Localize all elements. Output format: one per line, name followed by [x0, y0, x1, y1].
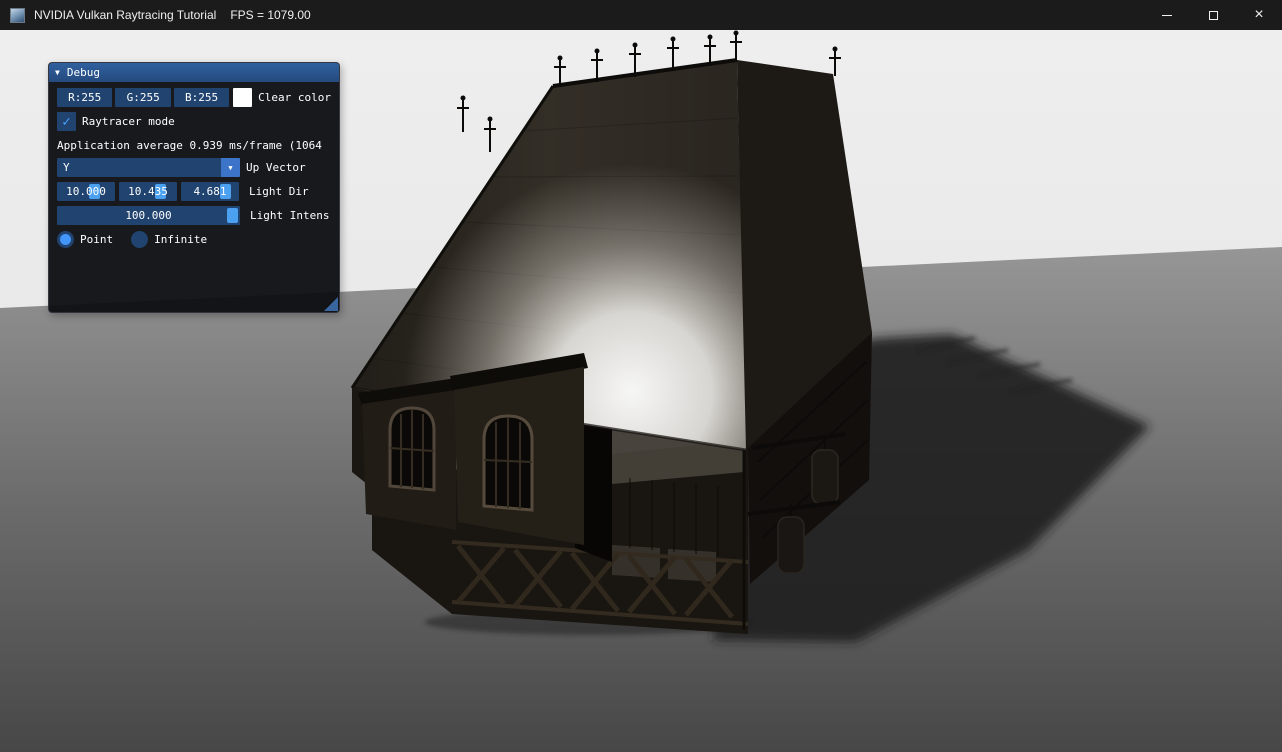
debug-panel-body: R:255 G:255 B:255 Clear color ✓ Raytrace…: [49, 82, 339, 254]
debug-panel[interactable]: ▼ Debug R:255 G:255 B:255 Clear color ✓ …: [48, 62, 340, 313]
light-intensity-slider[interactable]: 100.000: [57, 206, 240, 225]
debug-panel-title: Debug: [67, 66, 100, 79]
chevron-down-icon: ▼: [228, 164, 232, 172]
light-type-infinite-radio[interactable]: [131, 231, 148, 248]
light-intensity-label: Light Intens: [250, 209, 329, 222]
checkmark-icon: ✓: [62, 114, 70, 130]
window-title: NVIDIA Vulkan Raytracing Tutorial: [34, 8, 216, 22]
clear-color-swatch[interactable]: [233, 88, 252, 107]
clear-color-r-button[interactable]: R:255: [57, 88, 112, 107]
light-dir-z-value: 4.681: [193, 185, 226, 198]
light-type-point-radio[interactable]: [57, 231, 74, 248]
resize-grip[interactable]: [324, 297, 338, 311]
dormer-center: [450, 353, 588, 545]
close-icon: ×: [1254, 7, 1263, 23]
window-titlebar[interactable]: NVIDIA Vulkan Raytracing Tutorial FPS = …: [0, 0, 1282, 30]
close-button[interactable]: ×: [1236, 0, 1282, 30]
light-dir-x-value: 10.000: [66, 185, 106, 198]
debug-panel-titlebar[interactable]: ▼ Debug: [49, 63, 339, 82]
dormer-left: [358, 378, 460, 530]
light-dir-y-slider[interactable]: 10.435: [119, 182, 177, 201]
slider-grab[interactable]: [227, 208, 238, 223]
collapse-arrow-icon[interactable]: ▼: [55, 68, 60, 77]
minimize-button[interactable]: [1144, 0, 1190, 30]
app-icon: [10, 8, 25, 23]
fps-counter: FPS = 1079.00: [230, 8, 310, 22]
stats-text: Application average 0.939 ms/frame (1064: [57, 136, 331, 155]
up-vector-value: Y: [63, 161, 70, 174]
minimize-icon: [1162, 15, 1172, 16]
combo-arrow-button[interactable]: ▼: [221, 158, 240, 177]
maximize-icon: [1209, 11, 1218, 20]
light-dir-x-slider[interactable]: 10.000: [57, 182, 115, 201]
raytracer-mode-checkbox[interactable]: ✓: [57, 112, 76, 131]
window-controls: ×: [1144, 0, 1282, 30]
up-vector-combo[interactable]: Y ▼: [57, 158, 240, 177]
light-type-infinite-label: Infinite: [154, 233, 207, 246]
light-dir-y-value: 10.435: [128, 185, 168, 198]
raytracer-mode-label: Raytracer mode: [82, 115, 175, 128]
light-intensity-value: 100.000: [125, 209, 171, 222]
up-vector-label: Up Vector: [246, 161, 306, 174]
light-dir-label: Light Dir: [249, 185, 309, 198]
maximize-button[interactable]: [1190, 0, 1236, 30]
light-dir-z-slider[interactable]: 4.681: [181, 182, 239, 201]
clear-color-label: Clear color: [258, 91, 331, 104]
clear-color-b-button[interactable]: B:255: [174, 88, 229, 107]
clear-color-g-button[interactable]: G:255: [115, 88, 170, 107]
light-type-point-label: Point: [80, 233, 113, 246]
